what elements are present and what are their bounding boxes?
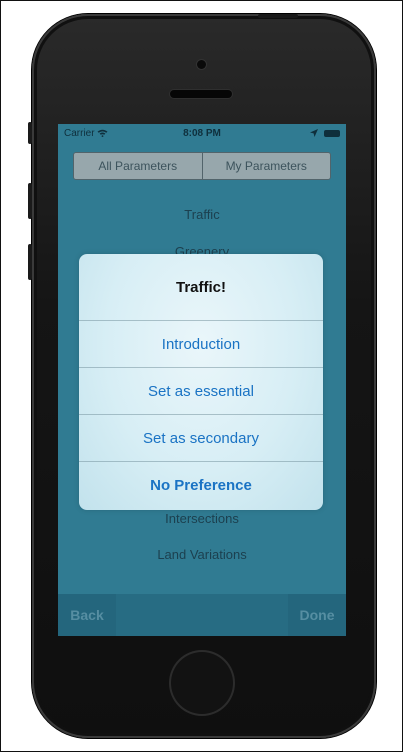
app-screen: Carrier 8:08 PM All Parameters My Parame… bbox=[58, 124, 346, 636]
set-essential-button[interactable]: Set as essential bbox=[79, 367, 323, 415]
front-camera bbox=[197, 60, 206, 69]
no-preference-button[interactable]: No Preference bbox=[79, 461, 323, 509]
alert-dialog: Traffic! Introduction Set as essential S… bbox=[79, 254, 323, 510]
introduction-button[interactable]: Introduction bbox=[79, 320, 323, 368]
alert-title: Traffic! bbox=[175, 278, 226, 296]
earpiece-speaker bbox=[170, 90, 232, 98]
home-button[interactable] bbox=[171, 652, 233, 714]
volume-up-button bbox=[28, 183, 32, 219]
mute-switch bbox=[28, 122, 32, 144]
volume-down-button bbox=[28, 244, 32, 280]
power-button bbox=[258, 14, 298, 18]
set-secondary-button[interactable]: Set as secondary bbox=[79, 414, 323, 462]
